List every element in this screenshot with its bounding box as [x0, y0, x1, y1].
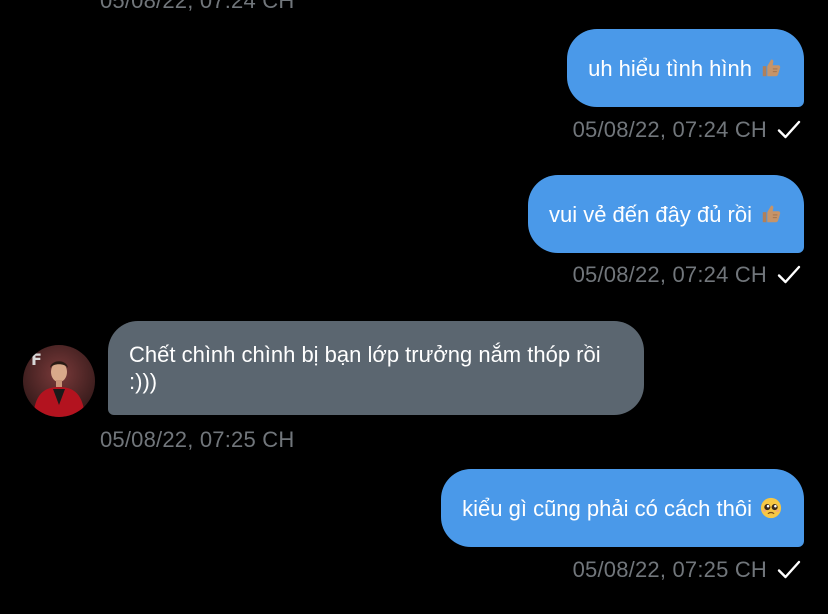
pleading-face-icon — [760, 497, 782, 519]
message-meta: 05/08/22, 07:24 CH — [573, 262, 801, 288]
checkmark-icon — [777, 560, 801, 579]
timestamp: 05/08/22, 07:24 CH — [572, 117, 767, 142]
timestamp: 05/08/22, 07:24 CH — [572, 262, 767, 287]
message-text: kiểu gì cũng phải có cách thôi — [462, 495, 752, 521]
svg-text:F: F — [31, 350, 42, 369]
timestamp-text: 05/08/22, 07:24 CH — [100, 0, 295, 13]
avatar[interactable]: F — [23, 345, 95, 417]
message-meta: 05/08/22, 07:25 CH — [100, 427, 294, 453]
outgoing-message-bubble[interactable]: kiểu gì cũng phải có cách thôi — [441, 469, 804, 547]
incoming-message-bubble[interactable]: Chết chình chình bị bạn lớp trưởng nắm t… — [108, 321, 644, 415]
outgoing-message-bubble[interactable]: vui vẻ đến đây đủ rồi — [527, 175, 804, 253]
message-meta: 05/08/22, 07:24 CH — [573, 117, 801, 143]
thumbs-up-icon — [762, 59, 781, 77]
outgoing-message-bubble[interactable]: uh hiểu tình hình — [567, 29, 804, 107]
message-text: vui vẻ đến đây đủ rồi — [548, 201, 752, 227]
timestamp: 05/08/22, 07:24 CH — [100, 0, 294, 14]
message-meta: 05/08/22, 07:25 CH — [573, 557, 801, 583]
timestamp: 05/08/22, 07:25 CH — [572, 557, 767, 582]
timestamp: 05/08/22, 07:25 CH — [100, 427, 295, 452]
message-text: Chết chình chình bị bạn lớp trưởng nắm t… — [129, 342, 601, 394]
avatar-image: F — [23, 345, 95, 417]
thumbs-up-icon — [762, 205, 781, 223]
message-text: uh hiểu tình hình — [588, 55, 752, 81]
checkmark-icon — [777, 120, 801, 139]
checkmark-icon — [777, 265, 801, 284]
